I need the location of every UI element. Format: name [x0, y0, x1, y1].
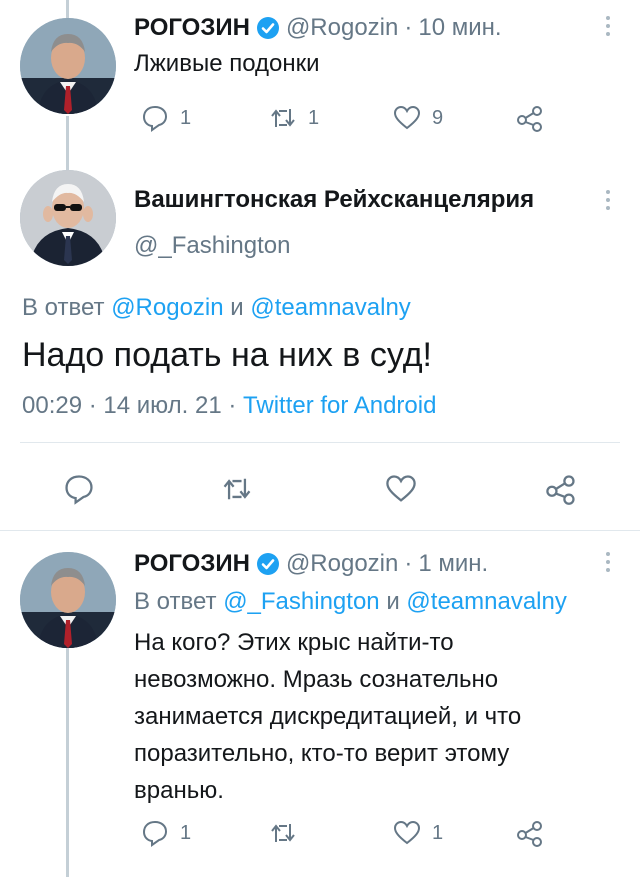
retweet-icon	[271, 109, 295, 127]
divider	[20, 442, 620, 443]
retweet-icon	[223, 478, 251, 500]
retweet-button[interactable]: 1	[268, 103, 319, 133]
reply-button[interactable]: 1	[140, 103, 191, 133]
thread-line-top	[66, 0, 69, 20]
tweet-text-focused: Надо подать на них в суд!	[22, 336, 432, 374]
avatar-rogozin[interactable]	[20, 18, 116, 114]
like-count: 1	[432, 821, 444, 844]
thread-line-mid	[66, 116, 69, 176]
retweet-button[interactable]	[268, 818, 298, 848]
reply-icon	[142, 105, 168, 132]
like-button[interactable]	[384, 472, 418, 506]
tweet-header: РОГОЗИН @Rogozin · 10 мин.	[134, 14, 502, 42]
more-menu-icon[interactable]	[604, 552, 612, 572]
reply-prefix: В ответ	[134, 588, 217, 615]
mention-link[interactable]: @teamnavalny	[406, 588, 566, 615]
reply-count: 1	[180, 106, 192, 129]
tweet-text-line: вранью.	[134, 777, 224, 804]
reply-count: 1	[180, 821, 192, 844]
author-name[interactable]: РОГОЗИН	[134, 14, 250, 42]
verified-badge-icon	[256, 16, 280, 40]
tweet-text: На кого? Этих крыс найти-то невозможно. …	[134, 624, 521, 809]
more-menu-icon[interactable]	[604, 16, 612, 36]
share-button[interactable]	[515, 818, 545, 848]
retweet-icon	[271, 824, 295, 842]
reply-context: В ответ @Rogozin и @teamnavalny	[22, 294, 411, 322]
mention-link[interactable]: @Rogozin	[111, 294, 223, 321]
tweet-text: Лживые подонки	[134, 50, 320, 77]
mention-link[interactable]: @teamnavalny	[250, 294, 410, 321]
reply-and: и	[230, 294, 244, 321]
meta-separator: ·	[88, 392, 97, 419]
reply-context: В ответ @_Fashington и @teamnavalny	[134, 588, 567, 616]
tweet-meta: 00:29 · 14 июл. 21 · Twitter for Android	[22, 392, 436, 420]
meta-separator: ·	[228, 392, 237, 419]
retweet-button[interactable]	[220, 472, 254, 506]
author-handle[interactable]: @Rogozin	[286, 14, 398, 42]
meta-date: 14 июл. 21	[103, 392, 222, 419]
reply-and: и	[386, 588, 400, 615]
tweet-header: РОГОЗИН @Rogozin · 1 мин.	[134, 550, 488, 578]
share-icon	[546, 475, 575, 505]
more-menu-icon[interactable]	[604, 190, 612, 210]
author-name[interactable]: РОГОЗИН	[134, 550, 250, 578]
reply-button[interactable]	[62, 472, 96, 506]
reply-prefix: В ответ	[22, 294, 105, 321]
tweet-text-line: невозможно. Мразь сознательно	[134, 666, 499, 693]
author-handle[interactable]: @_Fashington	[134, 232, 290, 260]
thread-line-bottom	[66, 648, 69, 877]
author-name[interactable]: Вашингтонская Рейхсканцелярия	[134, 186, 534, 214]
tweet-header: Вашингтонская Рейхсканцелярия	[134, 186, 534, 214]
separator: ·	[404, 14, 413, 41]
meta-source[interactable]: Twitter for Android	[243, 392, 436, 419]
meta-time: 00:29	[22, 392, 83, 419]
retweet-count: 1	[308, 106, 320, 129]
reply-icon	[65, 475, 93, 505]
tweet-text-line: На кого? Этих крыс найти-то	[134, 629, 454, 656]
tweet-time[interactable]: 10 мин.	[418, 14, 501, 42]
author-handle[interactable]: @Rogozin	[286, 550, 398, 578]
like-icon	[393, 820, 421, 845]
tweet-time[interactable]: 1 мин.	[418, 550, 488, 578]
like-icon	[393, 105, 421, 130]
verified-badge-icon	[256, 552, 280, 576]
like-count: 9	[432, 106, 444, 129]
reply-button[interactable]: 1	[140, 818, 191, 848]
tweet-text-line: занимается дискредитацией, и что	[134, 703, 522, 730]
like-button[interactable]: 1	[392, 818, 443, 848]
reply-icon	[142, 820, 168, 847]
share-icon	[517, 821, 542, 847]
separator: ·	[404, 550, 413, 577]
share-button[interactable]	[515, 103, 545, 133]
like-icon	[386, 475, 416, 502]
share-button[interactable]	[544, 472, 578, 506]
divider	[0, 530, 640, 531]
tweet-text-line: поразительно, кто-то верит этому	[134, 740, 510, 767]
avatar-rogozin[interactable]	[20, 552, 116, 648]
mention-link[interactable]: @_Fashington	[223, 588, 379, 615]
avatar-fashington[interactable]	[20, 170, 116, 266]
share-icon	[517, 106, 542, 132]
like-button[interactable]: 9	[392, 103, 443, 133]
